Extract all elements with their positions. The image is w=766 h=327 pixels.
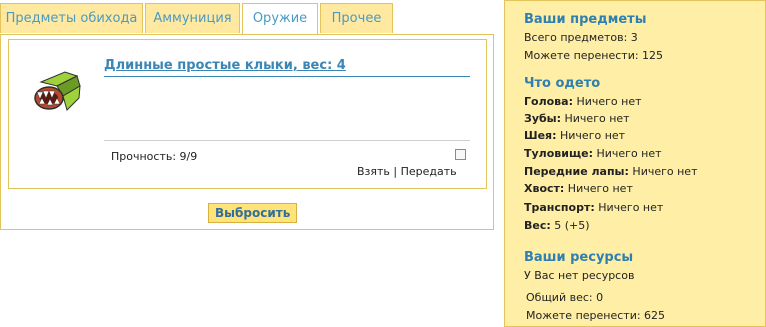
slot-value: Ничего нет [632, 165, 698, 178]
item-select-checkbox[interactable] [455, 149, 466, 160]
tab-ammunition[interactable]: Аммуниция [145, 3, 240, 33]
fangs-icon [34, 71, 81, 111]
slot-value: Ничего нет [564, 112, 630, 125]
resources-can-carry: Можете перенести: 625 [526, 309, 666, 322]
item-card: Длинные простые клыки, вес: 4 Прочность:… [8, 39, 487, 189]
slot-label: Вес: [524, 219, 551, 232]
slot-label: Зубы: [524, 112, 562, 125]
slot-head: Голова: Ничего нет [524, 95, 642, 108]
item-title-link[interactable]: Длинные простые клыки, вес: 4 [104, 58, 470, 77]
slot-tail: Хвост: Ничего нет [524, 182, 633, 195]
give-link[interactable]: Передать [401, 165, 457, 178]
action-separator: | [393, 165, 398, 178]
slot-value: Ничего нет [567, 182, 633, 195]
slot-transport: Транспорт: Ничего нет [524, 201, 663, 214]
slot-teeth: Зубы: Ничего нет [524, 112, 630, 125]
slot-value: Ничего нет [596, 147, 662, 160]
slot-value: Ничего нет [598, 201, 664, 214]
tab-household-items[interactable]: Предметы обихода [0, 3, 143, 33]
divider [104, 140, 470, 141]
slot-label: Голова: [524, 95, 573, 108]
tab-weapons[interactable]: Оружие [242, 3, 318, 35]
item-actions: Взять | Передать [357, 165, 457, 178]
drop-button[interactable]: Выбросить [208, 203, 298, 223]
items-total: Всего предметов: 3 [524, 31, 638, 44]
slot-value: 5 (+5) [554, 219, 590, 232]
slot-label: Транспорт: [524, 201, 595, 214]
slot-label: Туловище: [524, 147, 593, 160]
take-link[interactable]: Взять [357, 165, 390, 178]
slot-value: Ничего нет [576, 95, 642, 108]
items-can-carry: Можете перенести: 125 [524, 49, 664, 62]
equipped-heading: Что одето [524, 76, 601, 91]
slot-label: Хвост: [524, 182, 565, 195]
slot-label: Передние лапы: [524, 165, 629, 178]
resources-heading: Ваши ресурсы [524, 250, 634, 265]
slot-neck: Шея: Ничего нет [524, 129, 625, 142]
slot-torso: Туловище: Ничего нет [524, 147, 662, 160]
resources-none: У Вас нет ресурсов [524, 269, 635, 282]
total-weight: Общий вес: 0 [526, 291, 604, 304]
slot-front-paws: Передние лапы: Ничего нет [524, 165, 697, 178]
my-items-heading: Ваши предметы [524, 12, 647, 27]
slot-weight: Вес: 5 (+5) [524, 219, 590, 232]
tab-other[interactable]: Прочее [320, 3, 393, 33]
slot-value: Ничего нет [560, 129, 626, 142]
sidebar: Ваши предметы Всего предметов: 3 Можете … [504, 0, 766, 327]
inventory-panel: Длинные простые клыки, вес: 4 Прочность:… [0, 34, 494, 230]
slot-label: Шея: [524, 129, 557, 142]
item-durability: Прочность: 9/9 [111, 150, 198, 163]
